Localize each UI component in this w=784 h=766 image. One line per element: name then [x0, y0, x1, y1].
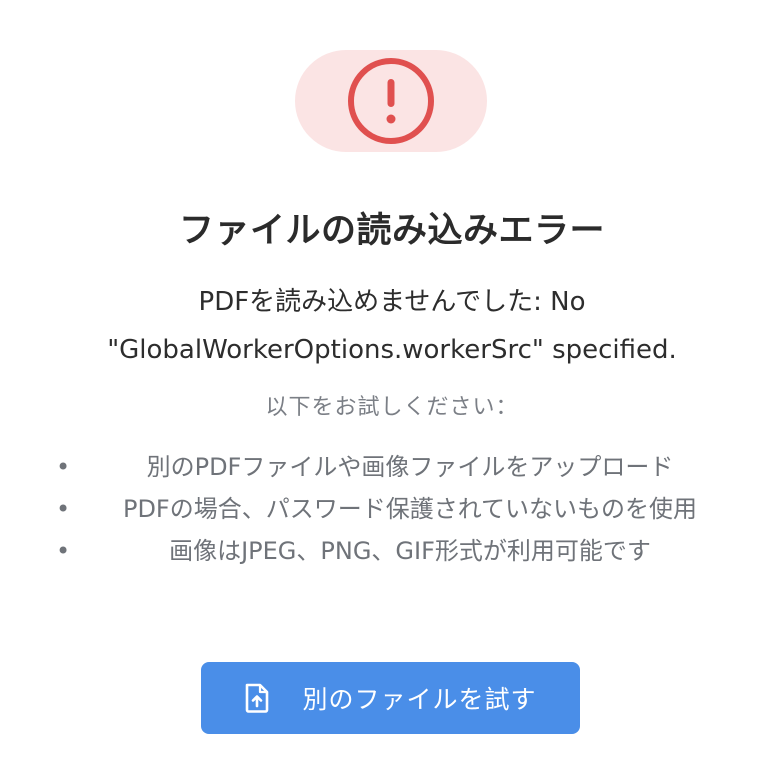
error-message-line-2: "GlobalWorkerOptions.workerSrc" specifie…	[107, 335, 677, 365]
suggestions-heading: 以下をお試しください：	[265, 395, 519, 420]
list-item: • 別のPDFファイルや画像ファイルをアップロード	[40, 446, 744, 488]
exclamation-circle-icon	[348, 58, 434, 144]
try-another-file-button[interactable]: 別のファイルを試す	[201, 662, 580, 734]
suggestion-text: PDFの場合、パスワード保護されていないものを使用	[122, 495, 698, 523]
error-title: ファイルの読み込みエラー	[178, 211, 605, 251]
bullet: •	[56, 495, 71, 523]
bullet: •	[56, 453, 71, 481]
error-message-line-1: PDFを読み込めませんでした: No	[198, 287, 586, 317]
suggestion-text: 別のPDFファイルや画像ファイルをアップロード	[146, 453, 674, 481]
error-message: PDFを読み込めませんでした: No "GlobalWorkerOptions.…	[40, 278, 744, 374]
error-screen: ファイルの読み込みエラー PDFを読み込めませんでした: No "GlobalW…	[0, 0, 784, 766]
error-icon-badge	[295, 50, 487, 152]
list-item: • PDFの場合、パスワード保護されていないものを使用	[40, 488, 744, 530]
try-another-file-label: 別のファイルを試す	[302, 685, 537, 714]
suggestion-text: 画像はJPEG、PNG、GIF形式が利用可能です	[169, 537, 651, 565]
list-item: • 画像はJPEG、PNG、GIF形式が利用可能です	[40, 530, 744, 572]
bullet: •	[56, 537, 71, 565]
file-upload-icon	[244, 683, 270, 713]
suggestions-list: • 別のPDFファイルや画像ファイルをアップロード • PDFの場合、パスワード…	[40, 446, 744, 572]
